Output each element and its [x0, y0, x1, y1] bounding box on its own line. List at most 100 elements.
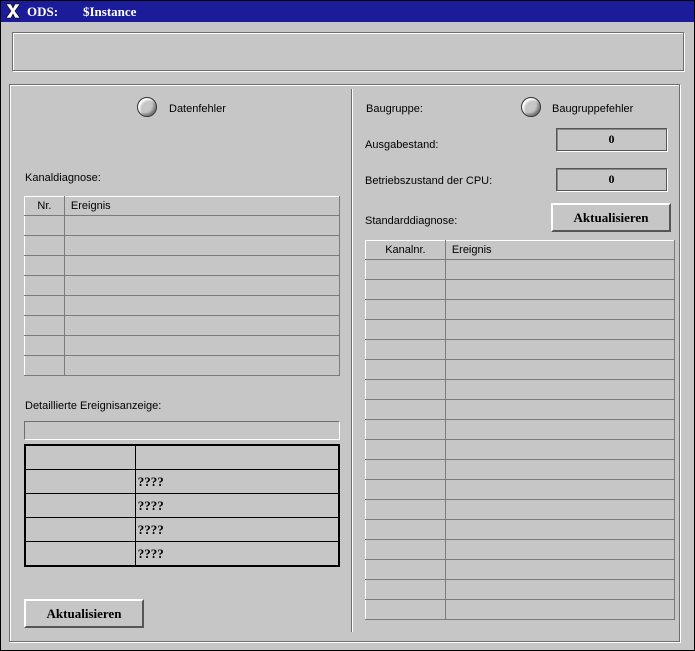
table-row[interactable] [365, 599, 676, 620]
table-cell[interactable] [444, 319, 676, 340]
table-cell[interactable] [365, 599, 446, 620]
detail-event-field[interactable] [24, 421, 340, 440]
table-cell[interactable] [63, 295, 341, 316]
table-row[interactable] [365, 259, 676, 280]
table-row[interactable] [365, 519, 676, 540]
table-cell[interactable] [444, 559, 676, 580]
table-cell[interactable] [63, 235, 341, 256]
table-cell[interactable] [365, 279, 446, 300]
table-cell[interactable] [444, 459, 676, 480]
table-cell[interactable] [444, 399, 676, 420]
standarddiagnose-label: Standarddiagnose: [365, 215, 458, 227]
table-cell[interactable] [444, 279, 676, 300]
table-cell[interactable] [444, 539, 676, 560]
table-cell[interactable] [444, 439, 676, 460]
table-cell[interactable] [365, 399, 446, 420]
table-cell[interactable] [63, 255, 341, 276]
detail-key-cell [24, 469, 136, 494]
table-cell[interactable] [365, 439, 446, 460]
table-cell[interactable] [63, 215, 341, 236]
table-cell[interactable] [365, 539, 446, 560]
table-row[interactable] [365, 379, 676, 400]
standarddiagnose-table[interactable]: Kanalnr. Ereignis [365, 240, 676, 620]
table-cell[interactable] [365, 339, 446, 360]
detail-value-cell: ???? [134, 469, 340, 494]
table-cell[interactable] [444, 359, 676, 380]
table-row[interactable] [365, 319, 676, 340]
table-cell[interactable] [444, 579, 676, 600]
table-row[interactable] [365, 439, 676, 460]
table-cell[interactable] [24, 215, 65, 236]
table-row[interactable] [365, 399, 676, 420]
table-cell[interactable] [444, 599, 676, 620]
table-cell[interactable] [24, 255, 65, 276]
table-row[interactable] [24, 355, 341, 376]
table-row[interactable] [24, 235, 341, 256]
table-row[interactable] [365, 339, 676, 360]
table-cell[interactable] [24, 335, 65, 356]
table-row[interactable] [24, 335, 341, 356]
table-cell[interactable] [365, 379, 446, 400]
table-cell[interactable] [365, 359, 446, 380]
table-cell[interactable] [444, 299, 676, 320]
table-cell[interactable] [444, 519, 676, 540]
table-row[interactable] [24, 275, 341, 296]
title-bar: ODS: $Instance [1, 1, 694, 22]
table-cell[interactable] [365, 299, 446, 320]
table-row[interactable] [365, 459, 676, 480]
table-cell[interactable] [365, 419, 446, 440]
table-cell[interactable] [24, 275, 65, 296]
table-row[interactable] [365, 579, 676, 600]
table-cell[interactable] [444, 339, 676, 360]
table-cell[interactable] [63, 355, 341, 376]
table-cell[interactable] [24, 355, 65, 376]
table-cell[interactable] [444, 499, 676, 520]
detail-row: ???? [24, 493, 340, 518]
vertical-divider [351, 89, 352, 632]
aktualisieren-button-right[interactable]: Aktualisieren [551, 203, 671, 232]
instance-title: $Instance [83, 4, 137, 19]
table-cell[interactable] [24, 315, 65, 336]
column-header-ereignis: Ereignis [63, 196, 341, 216]
baugruppe-label: Baugruppe: [366, 103, 423, 115]
table-cell[interactable] [444, 379, 676, 400]
table-row[interactable] [365, 559, 676, 580]
table-row[interactable] [24, 295, 341, 316]
table-row[interactable] [365, 359, 676, 380]
table-row[interactable] [365, 479, 676, 500]
table-cell[interactable] [365, 259, 446, 280]
table-cell[interactable] [24, 295, 65, 316]
table-row[interactable] [24, 215, 341, 236]
table-row[interactable] [365, 299, 676, 320]
table-cell[interactable] [444, 259, 676, 280]
table-cell[interactable] [24, 235, 65, 256]
table-cell[interactable] [63, 335, 341, 356]
table-cell[interactable] [444, 419, 676, 440]
baugruppefehler-led-icon [521, 97, 541, 117]
betriebszustand-value: 0 [556, 168, 667, 191]
detail-key-cell [24, 541, 136, 567]
table-row[interactable] [365, 539, 676, 560]
kanaldiagnose-table[interactable]: Nr. Ereignis [24, 196, 341, 376]
table-cell[interactable] [365, 559, 446, 580]
ausgabestand-value: 0 [556, 128, 667, 151]
table-cell[interactable] [365, 519, 446, 540]
table-cell[interactable] [365, 459, 446, 480]
table-cell[interactable] [444, 479, 676, 500]
table-cell[interactable] [365, 499, 446, 520]
table-row[interactable] [365, 499, 676, 520]
aktualisieren-button-left[interactable]: Aktualisieren [24, 599, 144, 628]
table-row[interactable] [365, 279, 676, 300]
table-row[interactable] [365, 419, 676, 440]
table-cell[interactable] [63, 315, 341, 336]
table-cell[interactable] [63, 275, 341, 296]
table-row[interactable] [24, 315, 341, 336]
table-row[interactable] [24, 255, 341, 276]
table-cell[interactable] [365, 319, 446, 340]
ausgabestand-label: Ausgabestand: [365, 139, 439, 151]
detail-value-cell: ???? [134, 541, 340, 567]
detail-value-cell: ???? [134, 493, 340, 518]
table-cell[interactable] [365, 479, 446, 500]
detail-row [24, 444, 340, 470]
table-cell[interactable] [365, 579, 446, 600]
